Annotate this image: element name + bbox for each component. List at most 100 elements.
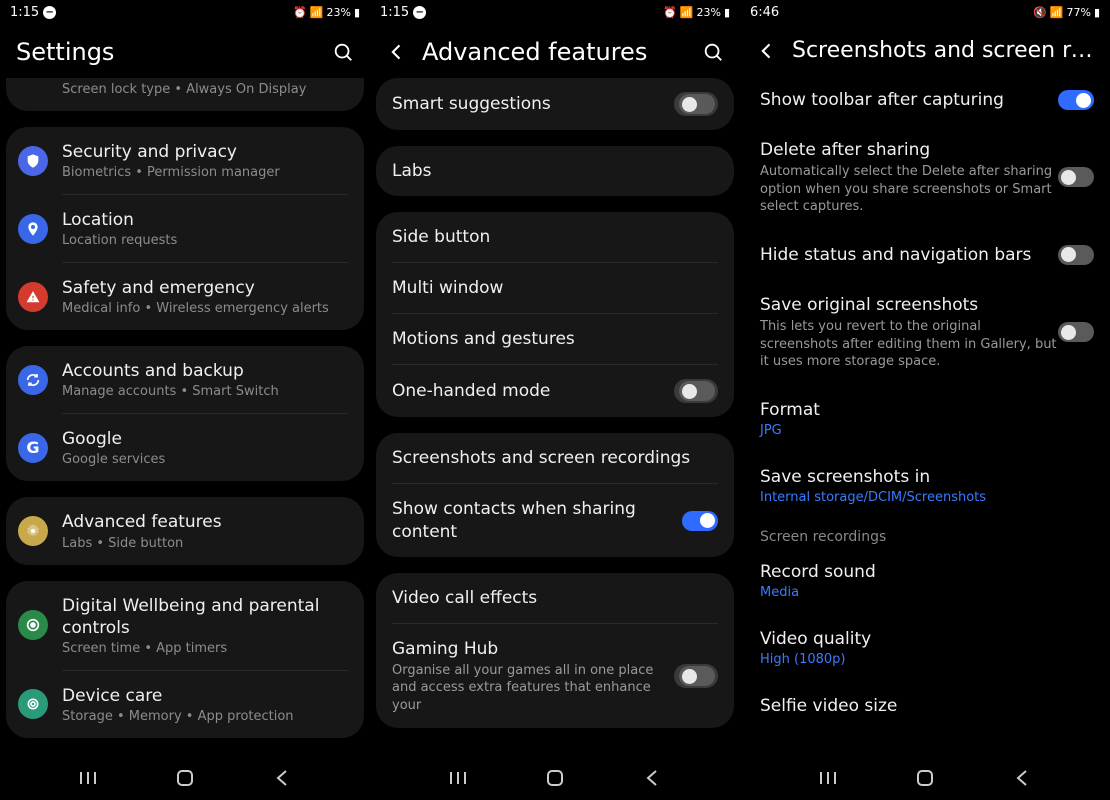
dnd-icon: − <box>413 6 426 19</box>
row-delete-after-sharing[interactable]: Delete after sharingAutomatically select… <box>752 125 1098 230</box>
row-sub: Location requests <box>62 233 348 248</box>
toggle-track <box>674 92 718 116</box>
nav-home[interactable] <box>171 764 199 792</box>
settings-group: Security and privacyBiometrics • Permiss… <box>6 127 364 330</box>
search-icon[interactable] <box>702 41 724 63</box>
panel-settings: 1:15 − ⏰ 📶 23% ▮ Settings Screen lock ty… <box>0 0 370 800</box>
panel-screenshots-settings: 6:46 🔇 📶 77% ▮ Screenshots and screen re… <box>740 0 1110 800</box>
nav-home[interactable] <box>911 764 939 792</box>
row-multi-window[interactable]: Multi window <box>376 263 734 313</box>
row-save-original[interactable]: Save original screenshotsThis lets you r… <box>752 280 1098 385</box>
toggle-delete-sharing[interactable] <box>1058 167 1094 187</box>
row-device-care[interactable]: Device care Storage • Memory • App protec… <box>6 671 364 738</box>
row-side-button[interactable]: Side button <box>376 212 734 262</box>
toggle-show-contacts[interactable] <box>682 511 718 531</box>
screenshot-settings-list[interactable]: Show toolbar after capturing Delete afte… <box>740 75 1110 756</box>
row-security-privacy[interactable]: Security and privacyBiometrics • Permiss… <box>6 127 364 194</box>
back-icon[interactable] <box>756 40 778 62</box>
toggle-smart-suggestions[interactable] <box>679 94 715 114</box>
row-google[interactable]: G GoogleGoogle services <box>6 414 364 481</box>
row-format[interactable]: FormatJPG <box>752 385 1098 452</box>
row-sub: Medical info • Wireless emergency alerts <box>62 301 348 316</box>
toggle-track <box>674 664 718 688</box>
settings-list[interactable]: Screen lock type • Always On Display Sec… <box>0 78 370 756</box>
advanced-list[interactable]: Smart suggestions Labs Side button Multi… <box>370 78 740 756</box>
page-title: Advanced features <box>422 38 688 66</box>
status-bar: 1:15 − ⏰ 📶 23% ▮ <box>0 0 370 24</box>
row-title: Hide status and navigation bars <box>760 244 1058 266</box>
row-title: Digital Wellbeing and parental controls <box>62 595 348 639</box>
row-video-call-effects[interactable]: Video call effects <box>376 573 734 623</box>
settings-group: Advanced featuresLabs • Side button <box>6 497 364 564</box>
row-record-sound[interactable]: Record soundMedia <box>752 547 1098 614</box>
row-title: Gaming Hub <box>392 638 674 660</box>
row-screenshots-recordings[interactable]: Screenshots and screen recordings <box>376 433 734 483</box>
battery-icon: ▮ <box>1094 6 1100 19</box>
header: Advanced features <box>370 24 740 78</box>
alarm-icon: ⏰ <box>663 6 677 19</box>
toggle-track <box>674 379 718 403</box>
row-title: Security and privacy <box>62 141 348 163</box>
mute-icon: 🔇 <box>1033 6 1047 19</box>
row-smart-suggestions[interactable]: Smart suggestions <box>376 78 734 130</box>
row-sub: Storage • Memory • App protection <box>62 709 348 724</box>
nav-recents[interactable] <box>814 764 842 792</box>
row-location[interactable]: Location Location requests <box>6 195 364 262</box>
row-link: Media <box>760 585 1082 600</box>
network-icon: 📶 <box>1050 6 1064 19</box>
row-title: Multi window <box>392 277 718 299</box>
nav-home[interactable] <box>541 764 569 792</box>
row-save-location[interactable]: Save screenshots inInternal storage/DCIM… <box>752 452 1098 519</box>
care-icon <box>18 689 48 719</box>
row-gaming-hub[interactable]: Gaming HubOrganise all your games all in… <box>376 624 734 729</box>
row-title: Show contacts when sharing content <box>392 498 682 542</box>
panel-advanced-features: 1:15 − ⏰ 📶 23% ▮ Advanced features Smart… <box>370 0 740 800</box>
row-title: Smart suggestions <box>392 93 674 115</box>
nav-bar <box>370 756 740 800</box>
page-title: Screenshots and screen recor... <box>792 38 1094 63</box>
row-labs[interactable]: Labs <box>376 146 734 196</box>
row-safety-emergency[interactable]: Safety and emergency Medical info • Wirel… <box>6 263 364 330</box>
status-time: 6:46 <box>750 5 779 20</box>
row-accounts-backup[interactable]: Accounts and backupManage accounts • Sma… <box>6 346 364 413</box>
row-sub: Organise all your games all in one place… <box>392 662 674 715</box>
pin-icon <box>18 214 48 244</box>
search-icon[interactable] <box>332 41 354 63</box>
toggle-save-original[interactable] <box>1058 322 1094 342</box>
toggle-show-toolbar[interactable] <box>1058 90 1094 110</box>
nav-recents[interactable] <box>444 764 472 792</box>
header: Screenshots and screen recor... <box>740 24 1110 75</box>
nav-back[interactable] <box>268 764 296 792</box>
row-sub: Labs • Side button <box>62 536 348 551</box>
row-video-quality[interactable]: Video qualityHigh (1080p) <box>752 614 1098 681</box>
row-title: Side button <box>392 226 718 248</box>
nav-back[interactable] <box>638 764 666 792</box>
row-title: Google <box>62 428 348 450</box>
row-title: Save screenshots in <box>760 466 1082 488</box>
toggle-hide-bars[interactable] <box>1058 245 1094 265</box>
row-title: Safety and emergency <box>62 277 348 299</box>
row-show-contacts-sharing[interactable]: Show contacts when sharing content <box>376 484 734 556</box>
row-sub: Google services <box>62 452 348 467</box>
row-link: High (1080p) <box>760 652 1082 667</box>
row-motions-gestures[interactable]: Motions and gestures <box>376 314 734 364</box>
toggle-one-handed[interactable] <box>679 381 715 401</box>
toggle-gaming-hub[interactable] <box>679 666 715 686</box>
row-title: Device care <box>62 685 348 707</box>
row-selfie-video-size[interactable]: Selfie video size <box>752 681 1098 731</box>
row-one-handed-mode[interactable]: One-handed mode <box>376 365 734 417</box>
row-title: Location <box>62 209 348 231</box>
nav-back[interactable] <box>1008 764 1036 792</box>
row-show-toolbar[interactable]: Show toolbar after capturing <box>752 75 1098 125</box>
row-digital-wellbeing[interactable]: Digital Wellbeing and parental controlsS… <box>6 581 364 670</box>
status-time: 1:15 <box>380 5 409 20</box>
back-icon[interactable] <box>386 41 408 63</box>
partial-card: Screen lock type • Always On Display <box>6 78 364 111</box>
status-bar: 6:46 🔇 📶 77% ▮ <box>740 0 1110 24</box>
status-bar: 1:15 − ⏰ 📶 23% ▮ <box>370 0 740 24</box>
row-advanced-features[interactable]: Advanced featuresLabs • Side button <box>6 497 364 564</box>
row-hide-bars[interactable]: Hide status and navigation bars <box>752 230 1098 280</box>
network-icon: 📶 <box>310 6 324 19</box>
nav-recents[interactable] <box>74 764 102 792</box>
row-desc: This lets you revert to the original scr… <box>760 318 1058 371</box>
